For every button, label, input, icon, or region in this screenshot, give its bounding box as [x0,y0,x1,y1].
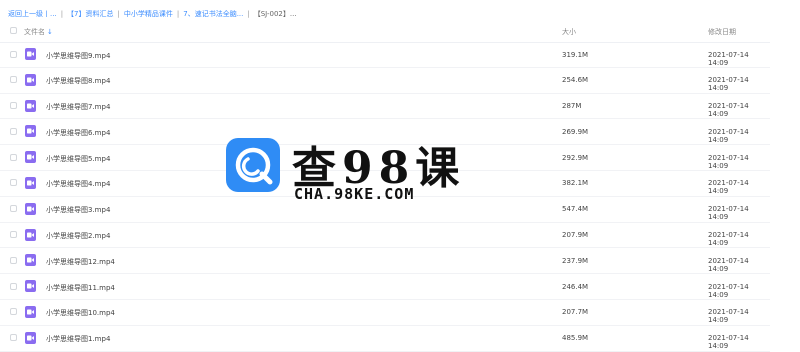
row-checkbox[interactable] [10,205,17,213]
file-row[interactable]: 小学思维导图8.mp4 254.6M 2021-07-14 14:09 [0,68,770,94]
file-name[interactable]: 小学思维导图2.mp4 [46,231,110,241]
file-row[interactable]: 小学思维导图7.mp4 287M 2021-07-14 14:09 [0,94,770,120]
file-row[interactable]: 小学思维导图10.mp4 207.7M 2021-07-14 14:09 [0,300,770,326]
breadcrumb-back-link[interactable]: 返回上一级丨... [8,9,57,19]
file-row[interactable]: 小学思维导图9.mp4 319.1M 2021-07-14 14:09 [0,42,770,68]
video-file-icon [25,73,36,86]
column-name-header[interactable]: 文件名 ↓ [24,27,53,37]
column-date-header[interactable]: 修改日期 [708,27,736,37]
file-date: 2021-07-14 14:09 [708,179,749,196]
video-file-icon [25,331,36,344]
row-checkbox[interactable] [10,308,17,316]
file-date: 2021-07-14 14:09 [708,308,749,325]
file-date: 2021-07-14 14:09 [708,153,749,170]
breadcrumb: 返回上一级丨... | 【7】资料汇总 | 中小学精品课件 | 7、速记书法全脑… [8,7,297,21]
file-date: 2021-07-14 14:09 [708,102,749,119]
sort-arrow-icon: ↓ [47,28,53,36]
column-name-label: 文件名 [24,28,45,36]
select-all-checkbox[interactable] [10,27,17,34]
video-file-icon [25,280,36,293]
file-size: 254.6M [562,76,589,85]
file-size: 207.7M [562,308,589,317]
video-file-icon [25,125,36,138]
breadcrumb-separator: | [117,10,120,18]
file-size: 485.9M [562,334,589,343]
row-checkbox[interactable] [10,153,17,161]
row-checkbox[interactable] [10,231,17,239]
file-name[interactable]: 小学思维导图11.mp4 [46,283,115,293]
breadcrumb-current: 【SJ-002】... [253,10,297,18]
row-checkbox[interactable] [10,256,17,264]
breadcrumb-link[interactable]: 【7】资料汇总 [67,9,113,19]
file-name[interactable]: 小学思维导图6.mp4 [46,128,110,138]
file-date: 2021-07-14 14:09 [708,50,749,67]
file-name[interactable]: 小学思维导图9.mp4 [46,51,110,61]
file-name[interactable]: 小学思维导图8.mp4 [46,76,110,86]
file-date: 2021-07-14 14:09 [708,231,749,248]
file-name[interactable]: 小学思维导图4.mp4 [46,179,110,189]
video-file-icon [25,305,36,318]
file-list-header: 文件名 ↓ 大小 修改日期 [0,20,770,43]
file-date: 2021-07-14 14:09 [708,127,749,144]
file-date: 2021-07-14 14:09 [708,256,749,273]
column-size-header[interactable]: 大小 [562,27,576,37]
video-file-icon [25,176,36,189]
file-size: 246.4M [562,282,589,291]
file-date: 2021-07-14 14:09 [708,334,749,351]
file-date: 2021-07-14 14:09 [708,76,749,93]
file-size: 207.9M [562,231,589,240]
file-row[interactable]: 小学思维导图11.mp4 246.4M 2021-07-14 14:09 [0,274,770,300]
file-size: 237.9M [562,256,589,265]
video-file-icon [25,151,36,164]
file-name[interactable]: 小学思维导图1.mp4 [46,334,110,344]
breadcrumb-separator: | [176,10,180,18]
video-file-icon [25,99,36,112]
video-file-icon [25,202,36,215]
row-checkbox[interactable] [10,102,17,110]
watermark: 查98课 CHA.98KE.COM [226,138,459,208]
breadcrumb-link[interactable]: 7、速记书法全脑... [183,9,243,19]
file-size: 319.1M [562,50,589,59]
file-size: 382.1M [562,179,589,188]
row-checkbox[interactable] [10,334,17,342]
file-size: 547.4M [562,205,589,214]
row-checkbox[interactable] [10,179,17,187]
breadcrumb-separator: | [60,10,64,18]
watermark-subtitle: CHA.98KE.COM [294,185,415,203]
video-file-icon [25,228,36,241]
file-date: 2021-07-14 14:09 [708,282,749,299]
file-name[interactable]: 小学思维导图12.mp4 [46,257,115,267]
file-size: 269.9M [562,127,589,136]
breadcrumb-link[interactable]: 中小学精品课件 [124,9,173,19]
file-size: 292.9M [562,153,589,162]
file-name[interactable]: 小学思维导图3.mp4 [46,205,110,215]
file-date: 2021-07-14 14:09 [708,205,749,222]
file-name[interactable]: 小学思维导图7.mp4 [46,102,110,112]
file-row[interactable]: 小学思维导图2.mp4 207.9M 2021-07-14 14:09 [0,223,770,249]
magnifier-logo-icon [226,138,280,192]
video-file-icon [25,254,36,267]
file-row[interactable]: 小学思维导图12.mp4 237.9M 2021-07-14 14:09 [0,248,770,275]
file-name[interactable]: 小学思维导图10.mp4 [46,308,115,318]
video-file-icon [25,48,36,60]
breadcrumb-separator: | [247,10,250,18]
row-checkbox[interactable] [10,127,17,135]
file-row[interactable]: 小学思维导图1.mp4 485.9M 2021-07-14 14:09 [0,326,770,352]
file-size: 287M [562,102,582,111]
row-checkbox[interactable] [10,50,17,58]
row-checkbox[interactable] [10,76,17,84]
row-checkbox[interactable] [10,282,17,290]
file-name[interactable]: 小学思维导图5.mp4 [46,154,110,164]
